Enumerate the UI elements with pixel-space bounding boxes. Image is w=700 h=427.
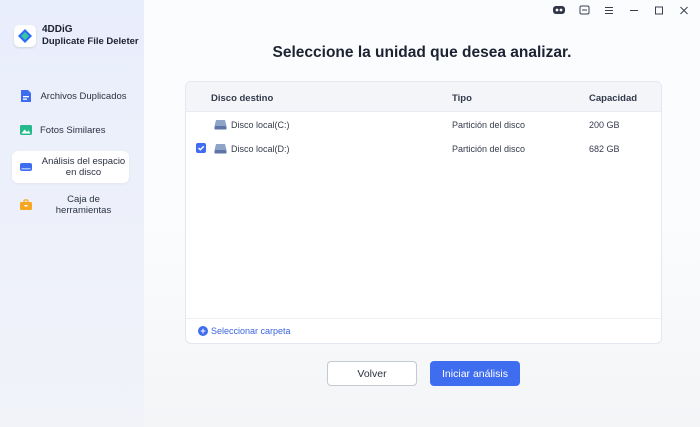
sidebar-item-label: Archivos Duplicados — [40, 90, 127, 102]
product-name: Duplicate File Deleter — [42, 36, 139, 47]
toolbox-icon — [20, 199, 32, 210]
drive-icon — [214, 120, 227, 130]
column-header-disk: Disco destino — [211, 93, 274, 104]
page-title: Seleccione la unidad que desea analizar. — [272, 44, 572, 61]
close-icon[interactable] — [676, 4, 692, 16]
menu-icon[interactable] — [601, 4, 617, 16]
sidebar-item-disk-analysis[interactable]: Análisis del espacio en disco — [12, 151, 129, 183]
table-row[interactable]: Disco local(D:) Partición del disco 682 … — [186, 137, 661, 161]
disk-type: Partición del disco — [452, 120, 526, 130]
column-header-capacity: Capacidad — [589, 93, 638, 104]
brand: 4DDiG Duplicate File Deleter — [14, 24, 139, 48]
back-button[interactable]: Volver — [327, 361, 417, 386]
sidebar-item-label: Caja de herramientas — [55, 194, 112, 216]
sidebar-item-duplicate-files[interactable]: Archivos Duplicados — [12, 80, 129, 112]
disk-selection-panel: Disco destino Tipo Capacidad Disco local… — [185, 81, 662, 344]
column-header-type: Tipo — [452, 93, 472, 104]
divider — [186, 318, 661, 319]
document-icon — [21, 90, 31, 102]
disk-capacity: 682 GB — [589, 144, 620, 154]
disk-name: Disco local(D:) — [231, 144, 290, 154]
select-folder-label: Seleccionar carpeta — [211, 326, 291, 336]
drive-icon — [214, 144, 227, 154]
assistant-icon[interactable] — [551, 4, 567, 16]
select-folder-link[interactable]: + Seleccionar carpeta — [198, 326, 291, 336]
sidebar-item-label: Fotos Similares — [40, 124, 106, 136]
sidebar-item-similar-photos[interactable]: Fotos Similares — [12, 114, 129, 146]
minimize-icon[interactable] — [626, 4, 642, 16]
sidebar-item-toolbox[interactable]: Caja de herramientas — [12, 189, 129, 221]
maximize-icon[interactable] — [651, 4, 667, 16]
disk-icon — [20, 163, 32, 171]
window-controls — [542, 4, 692, 16]
sidebar-item-label: Análisis del espacio en disco — [41, 156, 126, 178]
table-header: Disco destino Tipo Capacidad — [186, 82, 661, 112]
brand-name: 4DDiG — [42, 24, 73, 35]
feedback-icon[interactable] — [576, 4, 592, 16]
disk-capacity: 200 GB — [589, 120, 620, 130]
plus-icon: + — [198, 326, 208, 336]
app-logo-icon — [14, 25, 36, 47]
photo-icon — [20, 125, 32, 135]
disk-name: Disco local(C:) — [231, 120, 290, 130]
start-analysis-button[interactable]: Iniciar análisis — [430, 361, 520, 386]
disk-checkbox[interactable] — [196, 143, 206, 153]
disk-type: Partición del disco — [452, 144, 526, 154]
sidebar: 4DDiG Duplicate File Deleter Archivos Du… — [0, 0, 144, 427]
table-row[interactable]: Disco local(C:) Partición del disco 200 … — [186, 113, 661, 137]
